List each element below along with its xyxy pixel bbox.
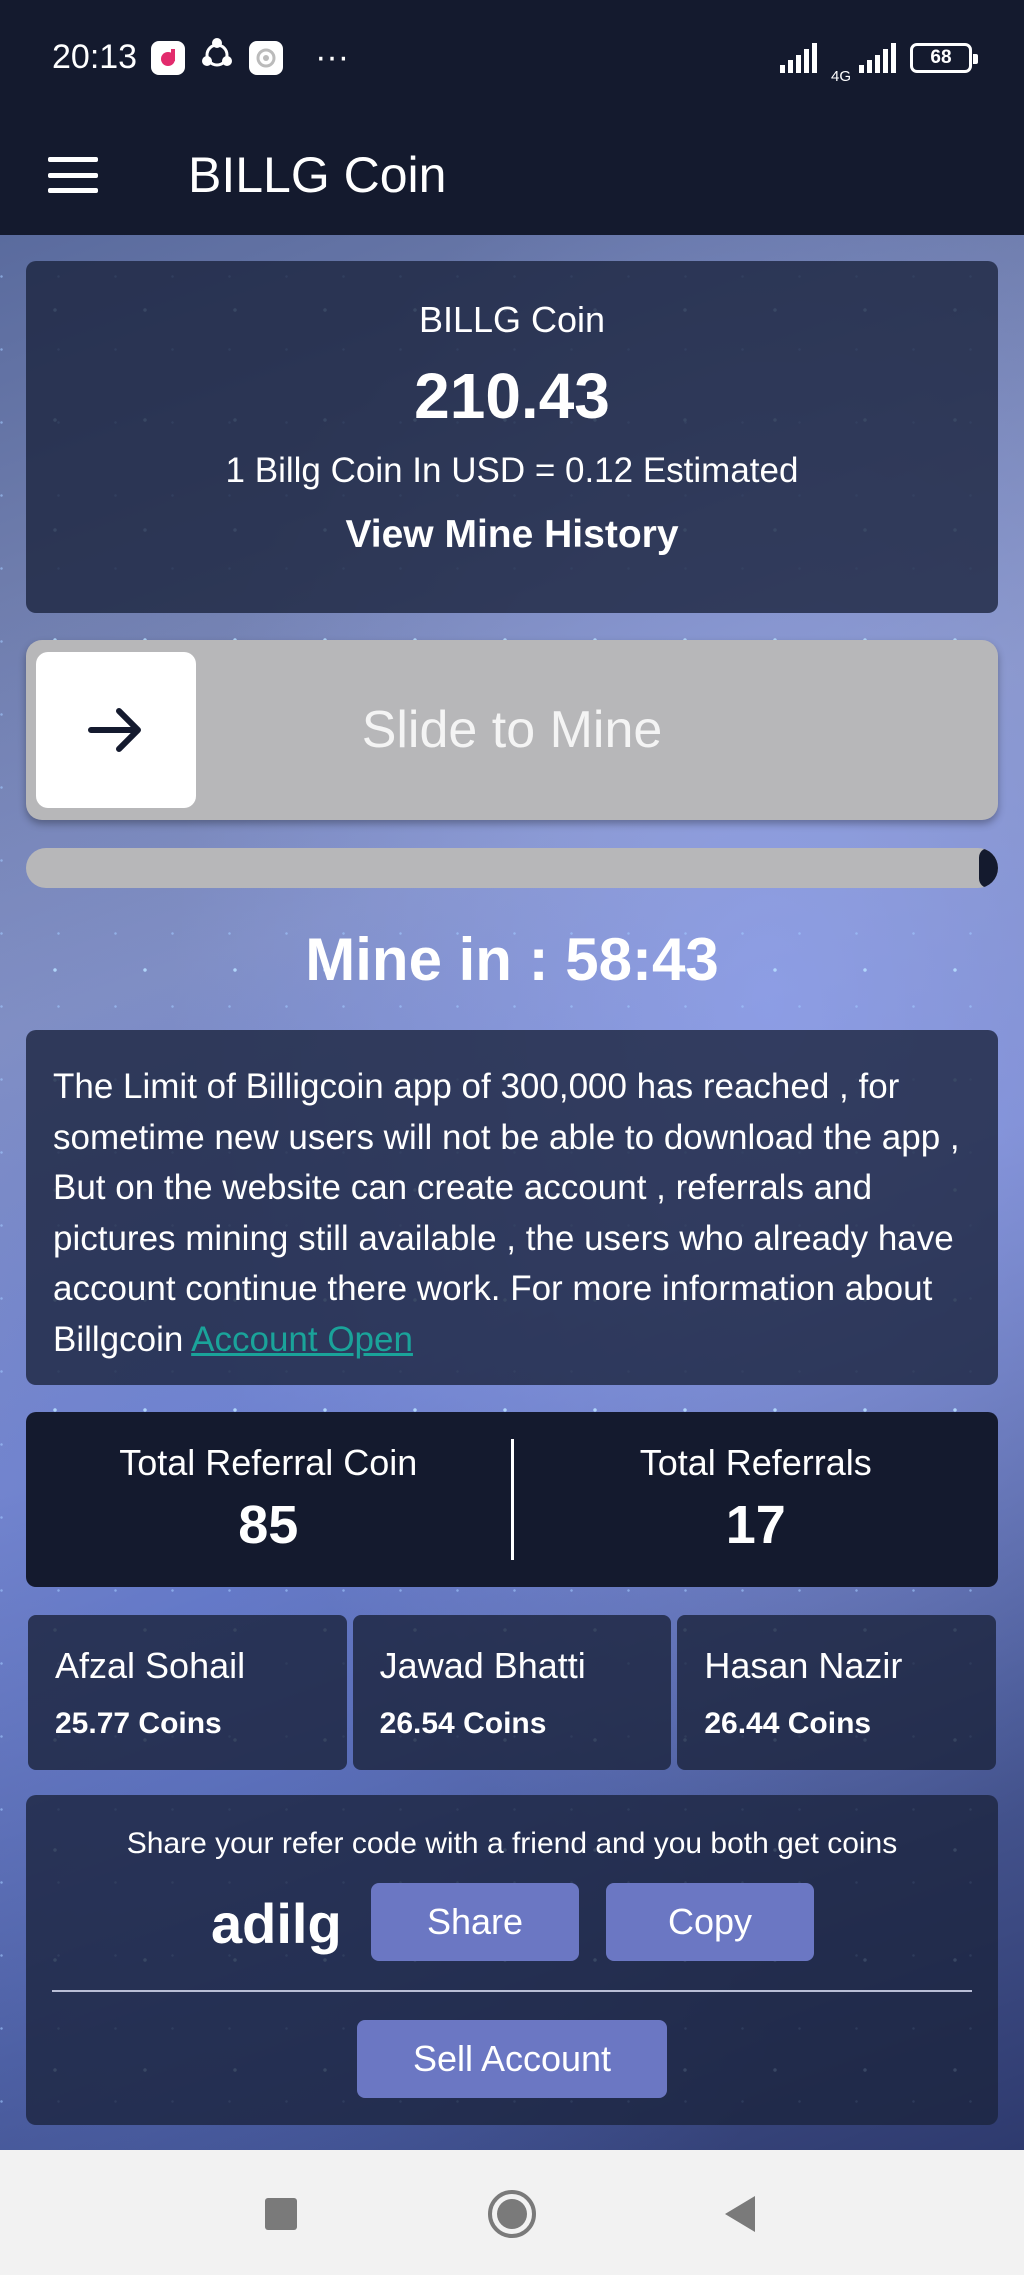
user-coins: 25.77 Coins	[55, 1707, 222, 1740]
triangle-back-icon	[725, 2196, 755, 2232]
app-notification-icon	[151, 40, 186, 75]
share-card: Share your refer code with a friend and …	[26, 1795, 998, 2125]
user-name: Afzal Sohail	[55, 1645, 246, 1686]
total-referrals: Total Referrals 17	[514, 1412, 999, 1587]
total-referral-coin-value: 85	[238, 1495, 299, 1555]
user-coins: 26.44 Coins	[704, 1707, 872, 1740]
main-content[interactable]: BILLG Coin 210.43 1 Billg Coin In USD = …	[0, 235, 1024, 2150]
camera-notification-icon	[249, 40, 284, 75]
home-button[interactable]	[484, 2186, 540, 2242]
battery-level: 68	[930, 46, 952, 68]
circle-icon	[488, 2190, 536, 2238]
progress-fill	[978, 848, 998, 888]
recents-button[interactable]	[253, 2186, 309, 2242]
status-left: 20:13 ···	[52, 35, 349, 80]
back-button[interactable]	[712, 2186, 768, 2242]
user-card: Jawad Bhatti 26.54 Coins	[352, 1615, 672, 1770]
account-open-link[interactable]: Account Open	[191, 1320, 413, 1359]
balance-amount: 210.43	[414, 360, 610, 432]
network-type: 4G	[830, 68, 851, 85]
total-referral-coin-label: Total Referral Coin	[119, 1442, 418, 1483]
share-row: adilg Share Copy	[26, 1883, 998, 1963]
more-notifications-icon: ···	[315, 38, 350, 76]
share-divider	[52, 1990, 972, 1992]
view-mine-history-link[interactable]: View Mine History	[26, 513, 998, 557]
notice-body: The Limit of Billigcoin app of 300,000 h…	[53, 1067, 960, 1359]
user-coins: 26.54 Coins	[379, 1707, 547, 1740]
slide-to-mine-slider[interactable]: Slide to Mine	[26, 640, 998, 820]
user-name: Hasan Nazir	[704, 1645, 903, 1686]
battery-icon: 68	[910, 42, 978, 73]
user-name: Jawad Bhatti	[379, 1645, 586, 1686]
status-bar: 20:13 ··· 4G 68	[0, 0, 1024, 115]
slider-handle[interactable]	[36, 652, 196, 808]
share-button[interactable]: Share	[371, 1883, 579, 1961]
arrow-right-icon	[88, 708, 141, 752]
sell-account-button[interactable]: Sell Account	[357, 2020, 667, 2098]
share-hint: Share your refer code with a friend and …	[126, 1827, 898, 1860]
sync-notification-icon	[199, 35, 235, 80]
total-referrals-label: Total Referrals	[639, 1442, 872, 1483]
cell-signal-icon	[859, 42, 896, 73]
user-card: Afzal Sohail 25.77 Coins	[28, 1615, 347, 1770]
square-icon	[265, 2198, 297, 2230]
balance-label: BILLG Coin	[418, 299, 606, 340]
wifi-signal-icon	[779, 42, 817, 73]
balance-card: BILLG Coin 210.43 1 Billg Coin In USD = …	[26, 261, 998, 613]
menu-icon[interactable]	[48, 157, 98, 193]
app-bar: BILLG Coin	[0, 115, 1024, 235]
conversion-rate: 1 Billg Coin In USD = 0.12 Estimated	[225, 451, 799, 490]
refer-code: adilg	[211, 1892, 342, 1955]
referred-users-list: Afzal Sohail 25.77 Coins Jawad Bhatti 26…	[28, 1615, 997, 1770]
user-card: Hasan Nazir 26.44 Coins	[677, 1615, 997, 1770]
notice-card: The Limit of Billigcoin app of 300,000 h…	[26, 1030, 998, 1385]
mine-timer: Mine in : 58:43	[305, 926, 719, 993]
app-title: BILLG Coin	[188, 147, 447, 203]
referral-summary: Total Referral Coin 85 Total Referrals 1…	[26, 1412, 998, 1587]
total-referrals-value: 17	[725, 1495, 786, 1555]
total-referral-coin: Total Referral Coin 85	[26, 1412, 511, 1587]
copy-button[interactable]: Copy	[606, 1883, 814, 1961]
status-right: 4G 68	[779, 30, 978, 85]
mine-progress-bar	[26, 848, 998, 888]
notice-text: The Limit of Billigcoin app of 300,000 h…	[53, 1062, 972, 1365]
system-nav-bar	[0, 2150, 1024, 2275]
status-time: 20:13	[52, 38, 138, 76]
